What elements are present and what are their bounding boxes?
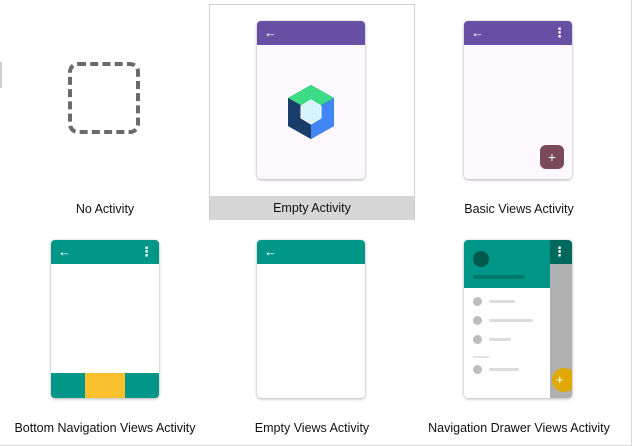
jetpack-compose-logo-icon	[288, 85, 334, 139]
back-arrow-icon: ←	[264, 25, 277, 40]
add-fab-icon: +	[552, 368, 572, 392]
template-label: Bottom Navigation Views Activity	[14, 421, 196, 435]
drawer-divider	[473, 356, 489, 358]
back-arrow-icon: ←	[264, 244, 277, 259]
template-label: No Activity	[75, 202, 135, 216]
navigation-drawer	[464, 240, 550, 398]
phone-preview: ←	[257, 240, 365, 398]
back-arrow-icon: ←	[471, 25, 484, 40]
phone-preview: ← ⋮ +	[464, 21, 572, 179]
drawer-header-title-placeholder	[473, 275, 525, 279]
template-tile-no-activity[interactable]: No Activity	[2, 4, 208, 220]
content-scrim: +	[550, 264, 572, 398]
app-bar: ← ⋮	[51, 240, 159, 264]
empty-placeholder-icon	[68, 62, 140, 134]
avatar	[473, 251, 489, 267]
back-arrow-icon: ←	[58, 244, 71, 259]
phone-preview: ←	[257, 21, 365, 179]
app-bar: ←	[257, 21, 365, 45]
template-tile-empty-views-activity[interactable]: ← Empty Views Activity	[209, 222, 415, 442]
bottom-navigation-bar	[51, 373, 159, 398]
template-label: Empty Views Activity	[254, 421, 370, 435]
app-bar: ←	[257, 240, 365, 264]
template-tile-empty-activity[interactable]: ← Empty Activity	[209, 4, 415, 220]
template-label: Empty Activity	[210, 196, 414, 220]
drawer-header	[464, 240, 550, 288]
app-bar: ⋮	[550, 240, 572, 264]
phone-preview: ← ⋮	[51, 240, 159, 398]
overflow-menu-icon: ⋮	[553, 244, 566, 259]
overflow-menu-icon: ⋮	[140, 244, 153, 259]
app-bar: ← ⋮	[464, 21, 572, 45]
template-tile-bottom-navigation-views-activity[interactable]: ← ⋮ Bottom Navigation Views Activity	[2, 222, 208, 442]
phone-preview: ⋮ +	[464, 240, 572, 398]
template-label: Navigation Drawer Views Activity	[428, 421, 610, 435]
template-tile-navigation-drawer-views-activity[interactable]: ⋮ + Navigation Drawer Views Activity	[416, 222, 622, 442]
bottom-navigation-selected-item	[85, 373, 125, 398]
template-tile-basic-views-activity[interactable]: ← ⋮ + Basic Views Activity	[416, 4, 622, 220]
template-label: Basic Views Activity	[464, 202, 574, 216]
overflow-menu-icon: ⋮	[553, 25, 566, 40]
add-fab-icon: +	[540, 145, 564, 169]
